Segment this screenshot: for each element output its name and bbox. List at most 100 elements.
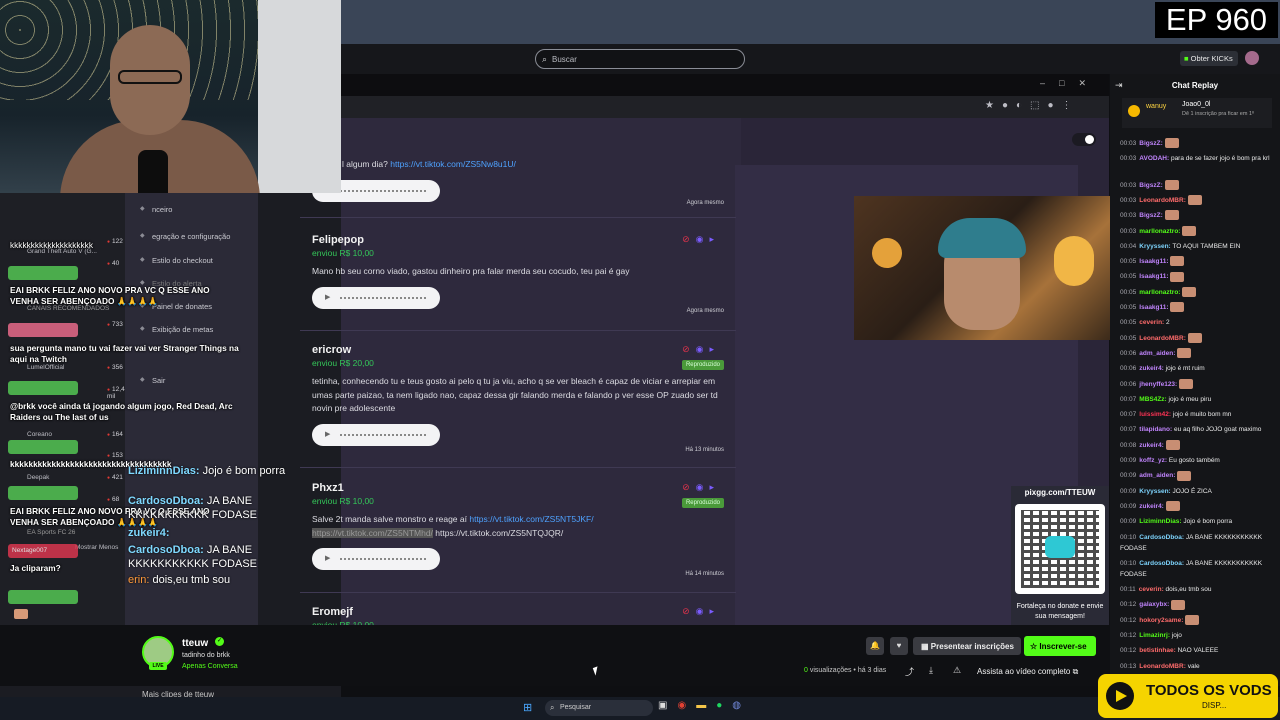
chat-username[interactable]: zukeir4: bbox=[1139, 442, 1164, 449]
show-less-button[interactable]: Mostrar Menos bbox=[75, 544, 118, 551]
donation-actions[interactable]: ⊘◉▸ bbox=[682, 234, 720, 245]
chat-username[interactable]: MBS4Zz: bbox=[1139, 396, 1166, 403]
donation-actions[interactable]: ⊘◉▸ bbox=[682, 482, 720, 493]
viewer-count: 40 bbox=[107, 260, 119, 267]
sidebar-channel[interactable]: LumelOfficial 356 bbox=[27, 364, 123, 371]
chat-emote bbox=[1164, 210, 1179, 221]
window-controls[interactable]: –□✕ bbox=[1040, 78, 1100, 89]
user-avatar[interactable] bbox=[1245, 51, 1259, 65]
chat-username[interactable]: tilapidano: bbox=[1139, 426, 1172, 433]
donation-actions[interactable]: ⊘◉▸ bbox=[682, 606, 720, 617]
chat-username[interactable]: adm_aiden: bbox=[1139, 472, 1175, 479]
chat-username[interactable]: zukeir4: bbox=[1139, 365, 1164, 372]
obter-kicks-label: Obter KICKs bbox=[1190, 54, 1233, 63]
collapse-chat-icon[interactable]: ⇥ bbox=[1115, 80, 1123, 91]
sidebar-channel[interactable]: Coreano 164 bbox=[27, 431, 123, 438]
chat-username[interactable]: Kryyssen: bbox=[1139, 243, 1170, 250]
donation-link[interactable]: https://vt.tiktok.com/ZS5NTQJQR/ bbox=[435, 528, 563, 538]
donation-link[interactable]: https://vt.tiktok.com/ZS5NT5JKF/ bbox=[469, 514, 593, 524]
browser-extension-icons[interactable]: ★●◐⬚●⋮ bbox=[985, 100, 1080, 111]
chat-username[interactable]: BigszZ: bbox=[1139, 182, 1162, 189]
chat-username[interactable]: AVODAH: bbox=[1139, 155, 1169, 162]
chat-message: 00:03 BigszZ: bbox=[1120, 138, 1272, 149]
channel-name: Coreano bbox=[27, 431, 52, 438]
overlay-emote bbox=[14, 609, 28, 619]
chat-username[interactable]: Isaakg11: bbox=[1139, 273, 1168, 280]
stream-category[interactable]: Apenas Conversa bbox=[182, 663, 238, 670]
donation-link[interactable]: https://vt.tiktok.com/ZS5Nw8u1U/ bbox=[390, 159, 516, 169]
overlay-chat-user bbox=[8, 590, 78, 604]
chat-username[interactable]: CardosoDboa: bbox=[1139, 560, 1184, 567]
chat-username[interactable]: ceverin: bbox=[1139, 319, 1164, 326]
download-icon[interactable]: ⤓ bbox=[929, 665, 933, 676]
chat-username[interactable]: Limazinrj: bbox=[1139, 632, 1170, 639]
chat-username[interactable]: hokory2same: bbox=[1139, 617, 1183, 624]
chat-username[interactable]: LeonardoMBR: bbox=[1139, 663, 1186, 670]
chat-username[interactable]: BigszZ: bbox=[1139, 212, 1162, 219]
donation-item: Felipepop enviou R$ 10,00 ⊘◉▸ Mano hb se… bbox=[312, 234, 724, 314]
sidebar-channel[interactable]: Deepak 421 bbox=[27, 474, 123, 481]
chat-username[interactable]: marllonaztro: bbox=[1139, 228, 1180, 235]
chat-username[interactable]: LiziminnDias: bbox=[1139, 518, 1181, 525]
sidebar-game-sports: EA Sports FC 26 bbox=[27, 529, 76, 536]
share-icon[interactable]: ⤴ bbox=[905, 665, 914, 678]
replay-icon: ◉ bbox=[695, 482, 710, 492]
audio-player[interactable] bbox=[312, 548, 440, 570]
menu-item-logout[interactable]: Sair bbox=[140, 376, 166, 385]
chat-username[interactable]: zukeir4: bbox=[1139, 503, 1164, 510]
chat-username[interactable]: betistinhae: bbox=[1139, 647, 1175, 654]
chat-username[interactable]: CardosoDboa: bbox=[1139, 534, 1184, 541]
divider bbox=[300, 217, 736, 218]
donation-actions[interactable]: ⊘◉▸ bbox=[682, 344, 720, 355]
menu-item[interactable]: Exibição de metas bbox=[140, 325, 213, 334]
pinned-target: Joao0_0l bbox=[1182, 101, 1211, 108]
gift-subs-button[interactable]: ▦ Presentear inscrições bbox=[913, 637, 1021, 655]
pinned-note: Dê 1 inscrição pra ficar em 1º bbox=[1182, 111, 1255, 117]
subscribe-button[interactable]: ☆ Inscrever-se bbox=[1024, 636, 1096, 656]
audio-player[interactable] bbox=[312, 423, 440, 446]
chat-username[interactable]: luissim42: bbox=[1139, 411, 1171, 418]
kick-header bbox=[341, 44, 1280, 74]
chat-timestamp: 00:12 bbox=[1120, 601, 1137, 609]
audio-player[interactable] bbox=[312, 286, 440, 309]
chat-username[interactable]: adm_aiden: bbox=[1139, 350, 1175, 357]
pinned-gift-banner[interactable]: wanuy Joao0_0l Dê 1 inscrição pra ficar … bbox=[1122, 98, 1272, 128]
report-icon[interactable]: ⚠ bbox=[953, 665, 961, 676]
chat-message: 00:05 Isaakg11: bbox=[1120, 256, 1272, 267]
chat-timestamp: 00:07 bbox=[1120, 426, 1137, 434]
chat-username[interactable]: BigszZ: bbox=[1139, 140, 1162, 147]
chat-username[interactable]: Kryyssen: bbox=[1139, 488, 1170, 495]
obter-kicks-button[interactable]: ■ Obter KICKs bbox=[1180, 51, 1238, 66]
follow-heart-icon[interactable]: ♥ bbox=[890, 637, 908, 655]
chat-username[interactable]: LeonardoMBR: bbox=[1139, 197, 1186, 204]
chat-username[interactable]: galaxybx: bbox=[1139, 601, 1169, 608]
chat-username[interactable]: marllonaztro: bbox=[1139, 289, 1180, 296]
folder-icon: ▬ bbox=[696, 700, 717, 711]
viewer-count: 421 bbox=[107, 474, 123, 481]
notification-bell-icon[interactable]: 🔔 bbox=[866, 637, 884, 655]
chat-timestamp: 00:04 bbox=[1120, 242, 1137, 250]
start-icon[interactable]: ⊞ bbox=[523, 701, 532, 714]
menu-item[interactable]: nceiro bbox=[140, 205, 173, 214]
chat-timestamp: 00:09 bbox=[1120, 472, 1137, 480]
donation-link-highlighted[interactable]: https://vt.tiktok.com/ZS5NTMhd/ bbox=[312, 527, 433, 538]
chat-username[interactable]: Isaakg11: bbox=[1139, 304, 1168, 311]
taskbar-apps[interactable]: ▣◉▬●◍ bbox=[658, 700, 751, 711]
chat-username[interactable]: koffz_yz: bbox=[1139, 457, 1167, 464]
channel-name[interactable]: tteuw bbox=[182, 638, 208, 649]
chat-username[interactable]: jhenyffe123: bbox=[1139, 381, 1177, 388]
taskbar-search[interactable]: ⌕ Pesquisar bbox=[545, 700, 653, 716]
chat-timestamp: 00:12 bbox=[1120, 647, 1137, 655]
donor-name: Felipepop bbox=[312, 234, 364, 246]
chat-timestamp: 00:08 bbox=[1120, 441, 1137, 449]
gift-subs-label: Presentear inscrições bbox=[930, 642, 1014, 651]
chat-username[interactable]: Isaakg11: bbox=[1139, 258, 1168, 265]
chat-username[interactable]: ceverin: bbox=[1139, 586, 1164, 593]
theme-toggle[interactable] bbox=[1072, 133, 1096, 146]
chat-timestamp: 00:09 bbox=[1120, 502, 1137, 510]
menu-item[interactable]: Estilo do checkout bbox=[140, 256, 213, 265]
block-icon: ⊘ bbox=[682, 606, 696, 616]
chat-username[interactable]: LeonardoMBR: bbox=[1139, 335, 1186, 342]
search-input[interactable]: ⌕ Buscar bbox=[535, 49, 745, 69]
watch-full-video-link[interactable]: Assista ao vídeo completo ⧉ bbox=[977, 667, 1078, 677]
